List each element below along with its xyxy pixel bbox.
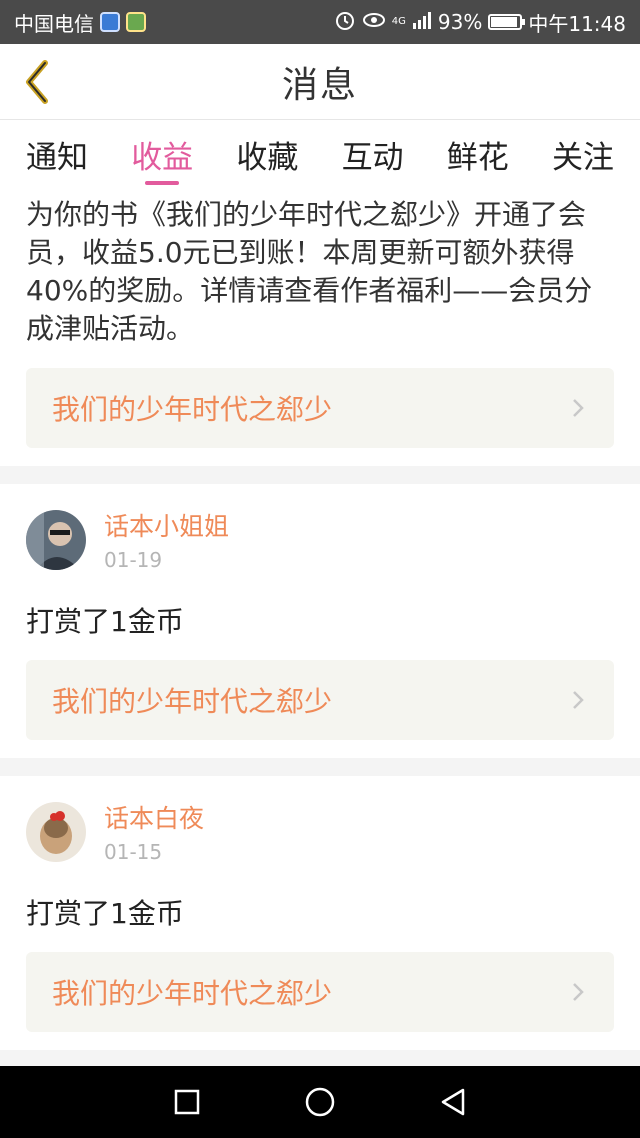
system-nav-bar <box>0 1066 640 1138</box>
message-item: 话本小姐姐 01-19 打赏了1金币 我们的少年时代之郄少 <box>0 484 640 758</box>
book-link-title: 我们的少年时代之郄少 <box>52 685 333 718</box>
message-item: 话本白夜 01-15 打赏了1金币 我们的少年时代之郄少 <box>0 776 640 1050</box>
chevron-right-icon <box>568 982 588 1002</box>
earnings-notice-card: 为你的书《我们的少年时代之郄少》开通了会员，收益5.0元已到账！本周更新可额外获… <box>0 190 640 466</box>
page-title: 消息 <box>281 64 358 106</box>
recent-apps-button[interactable] <box>167 1082 207 1122</box>
battery-fill <box>491 17 518 27</box>
battery-percent: 93% <box>437 10 483 34</box>
notice-text: 为你的书《我们的少年时代之郄少》开通了会员，收益5.0元已到账！本周更新可额外获… <box>26 198 593 345</box>
clock: 中午11:48 <box>528 11 626 36</box>
message-date: 01-15 <box>104 840 163 864</box>
avatar[interactable] <box>26 802 86 862</box>
book-link[interactable]: 我们的少年时代之郄少 <box>26 660 614 740</box>
book-link[interactable]: 我们的少年时代之郄少 <box>26 952 614 1032</box>
tab-label: 互动 <box>341 139 404 176</box>
active-tab-indicator <box>145 181 180 185</box>
user-name[interactable]: 话本小姐姐 <box>104 510 229 544</box>
shield-app-icon <box>100 12 120 32</box>
avatar[interactable] <box>26 510 86 570</box>
message-action: 打赏了1金币 <box>26 897 184 930</box>
tab-bar: 通知 收益 收藏 互动 鲜花 关注 <box>0 121 640 187</box>
carrier-label: 中国电信 <box>14 11 94 36</box>
tab-label: 收藏 <box>236 139 299 176</box>
message-list: 为你的书《我们的少年时代之郄少》开通了会员，收益5.0元已到账！本周更新可额外获… <box>0 190 640 1068</box>
section-divider <box>0 466 640 484</box>
tab-flowers[interactable]: 鲜花 <box>447 121 509 187</box>
book-link-title: 我们的少年时代之郄少 <box>52 393 333 426</box>
book-link[interactable]: 我们的少年时代之郄少 <box>26 368 614 448</box>
tab-label: 收益 <box>131 139 194 176</box>
circle-home-icon <box>305 1087 335 1117</box>
chevron-right-icon <box>568 690 588 710</box>
alarm-icon <box>334 9 356 36</box>
tab-label: 通知 <box>26 139 88 176</box>
square-recent-icon <box>174 1089 199 1115</box>
message-user-row: 话本白夜 01-15 <box>26 802 614 894</box>
tab-favorites[interactable]: 收藏 <box>236 121 298 187</box>
message-action: 打赏了1金币 <box>26 605 184 638</box>
chevron-right-icon <box>568 398 588 418</box>
battery-icon <box>488 14 526 30</box>
eye-icon <box>362 9 386 36</box>
header-bar: 消息 <box>0 44 640 120</box>
signal-icon <box>412 10 432 34</box>
status-bar: 中国电信 4G 93% 中午11:48 <box>0 0 640 44</box>
tab-interactions[interactable]: 互动 <box>342 121 404 187</box>
back-nav-button[interactable] <box>433 1082 473 1122</box>
tab-notifications[interactable]: 通知 <box>26 121 88 187</box>
section-divider <box>0 758 640 776</box>
chevron-left-icon <box>26 60 48 104</box>
green-app-icon <box>126 12 146 32</box>
tab-follows[interactable]: 关注 <box>552 121 614 187</box>
tab-label: 关注 <box>551 139 614 176</box>
tab-earnings[interactable]: 收益 <box>131 121 193 187</box>
user-name[interactable]: 话本白夜 <box>104 802 204 836</box>
home-button[interactable] <box>300 1082 340 1122</box>
triangle-back-icon <box>442 1088 465 1116</box>
back-button[interactable] <box>16 58 56 106</box>
message-user-row: 话本小姐姐 01-19 <box>26 510 614 602</box>
book-link-title: 我们的少年时代之郄少 <box>52 977 333 1010</box>
message-date: 01-19 <box>104 548 163 572</box>
tab-label: 鲜花 <box>446 139 509 176</box>
network-label: 4G <box>391 16 406 27</box>
